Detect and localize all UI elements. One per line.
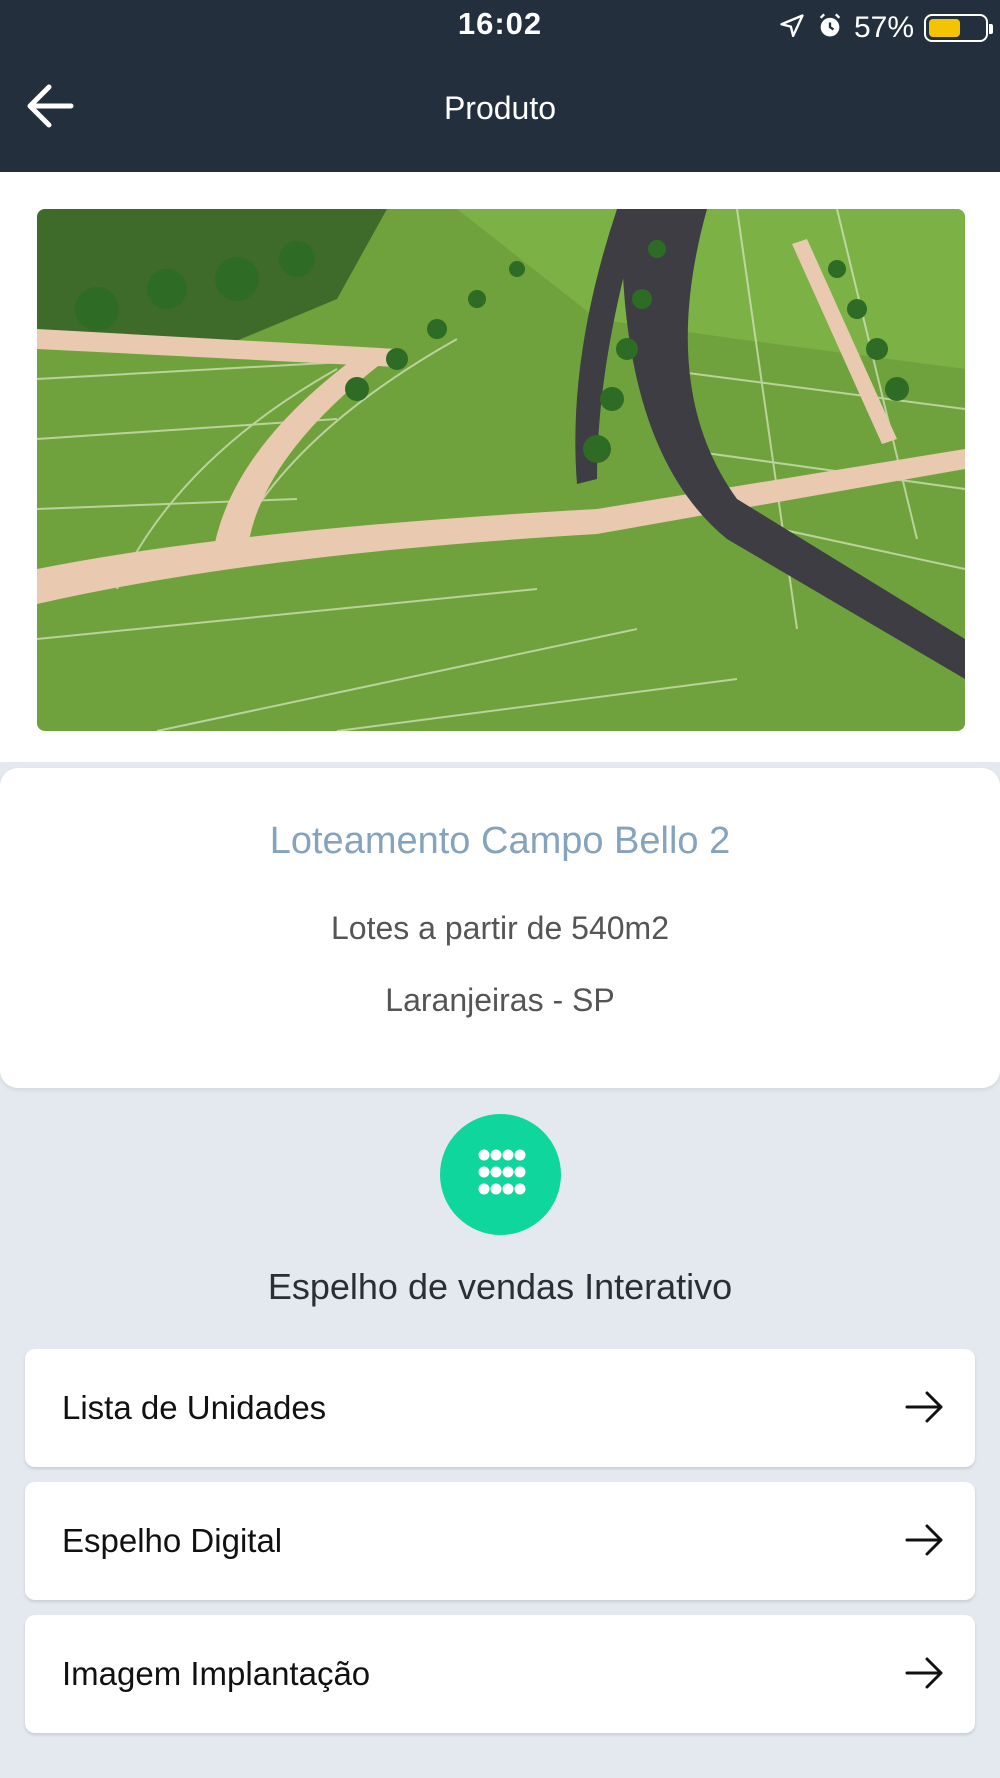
menu-item-label: Espelho Digital xyxy=(62,1522,283,1559)
menu-item-imagem-implantacao[interactable]: Imagem Implantação xyxy=(25,1615,975,1733)
grid-dots-icon xyxy=(476,1147,526,1202)
top-bar: 16:02 57% Produto xyxy=(0,0,1000,172)
battery-icon xyxy=(924,14,993,42)
location-arrow-icon xyxy=(778,12,806,45)
product-info-card: Loteamento Campo Bello 2 Lotes a partir … xyxy=(0,768,1000,1088)
menu-item-label: Imagem Implantação xyxy=(62,1655,371,1692)
product-image-card xyxy=(0,172,1000,762)
section-title: Espelho de vendas Interativo xyxy=(267,1266,733,1307)
menu-item-espelho-digital[interactable]: Espelho Digital xyxy=(25,1482,975,1600)
battery-percent: 57% xyxy=(853,11,914,44)
menu-item-label: Lista de Unidades xyxy=(62,1389,327,1426)
page-title: Produto xyxy=(443,90,557,126)
interactive-mirror-button[interactable] xyxy=(440,1114,561,1235)
menu-item-lista-de-unidades[interactable]: Lista de Unidades xyxy=(25,1349,975,1467)
product-aerial-image xyxy=(37,209,965,731)
alarm-clock-icon xyxy=(816,12,844,45)
arrow-right-icon xyxy=(905,1653,945,1693)
product-subtitle: Lotes a partir de 540m2 xyxy=(331,910,669,946)
status-icons: 57% xyxy=(778,8,993,48)
arrow-right-icon xyxy=(905,1520,945,1560)
product-title: Loteamento Campo Bello 2 xyxy=(269,820,731,862)
product-location: Laranjeiras - SP xyxy=(385,982,615,1018)
battery-level xyxy=(929,19,960,37)
arrow-right-icon xyxy=(905,1387,945,1427)
